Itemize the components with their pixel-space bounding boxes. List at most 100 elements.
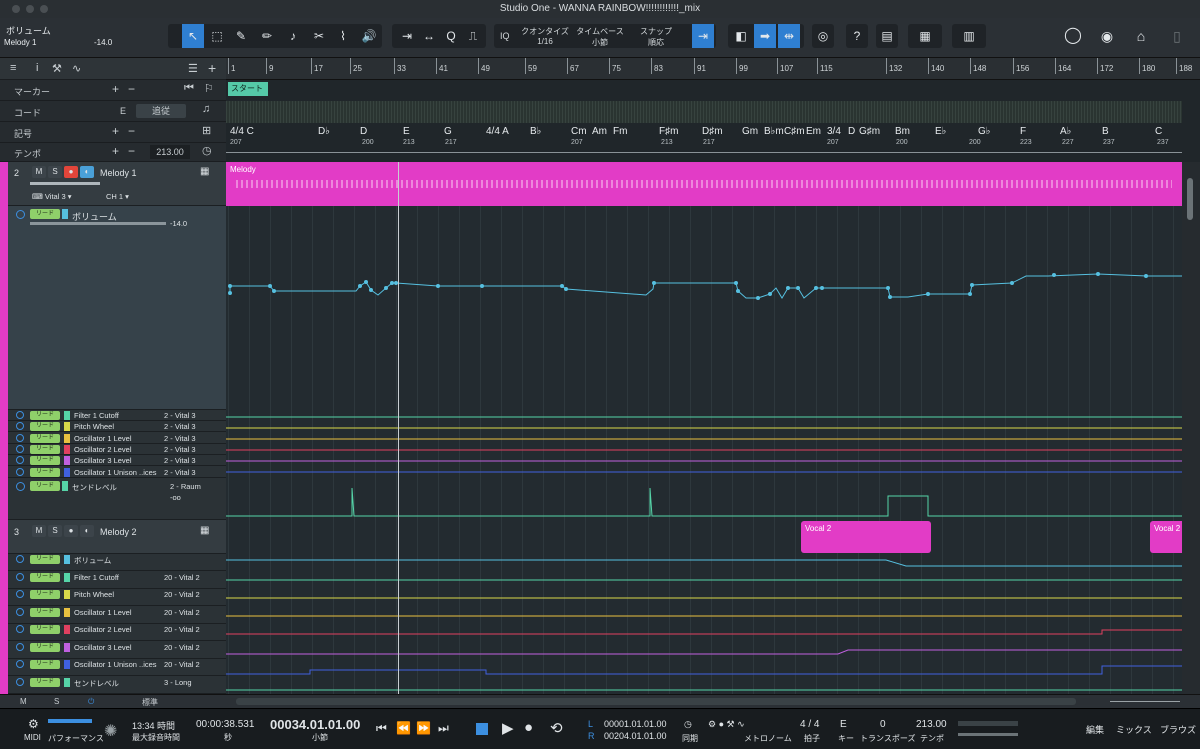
- snap-toggle-icon[interactable]: ⇥: [692, 24, 714, 48]
- marker-flag-icon[interactable]: ⚐: [204, 82, 214, 95]
- track-melody-1[interactable]: 2 M S ● ◐ Melody 1 ▦ ⌨ Vital 3 ▾ CH 1 ▾: [8, 162, 226, 206]
- power-icon[interactable]: [16, 444, 24, 453]
- timeline-ruler[interactable]: 1 9 17 25 33 41 49 59 67 75 83 91 99 107 115 132 140 148 1…: [226, 58, 1200, 80]
- automation-lane-header[interactable]: リード Oscillator 3 Level 20 - Vital 2: [8, 642, 226, 659]
- chord-event[interactable]: G: [444, 126, 452, 137]
- automation-mode-select[interactable]: リード: [30, 411, 60, 420]
- power-icon[interactable]: [16, 456, 24, 465]
- close-dot[interactable]: [12, 5, 20, 13]
- track3-name[interactable]: Melody 2: [100, 527, 137, 537]
- chord-event[interactable]: B♭m: [764, 126, 784, 137]
- track2-instrument-select[interactable]: ⌨ Vital 3 ▾: [32, 192, 72, 201]
- power-icon[interactable]: [16, 625, 24, 633]
- automation-mode-select[interactable]: リード: [30, 209, 60, 219]
- minimize-dot[interactable]: [26, 5, 34, 13]
- chord-event[interactable]: D♯m: [702, 126, 723, 137]
- chord-event[interactable]: G♭: [978, 126, 991, 137]
- wrench-icon[interactable]: ⚒: [52, 62, 62, 75]
- layout-icon[interactable]: ▥: [952, 24, 986, 48]
- key-display[interactable]: E: [840, 719, 847, 730]
- mute-tool-icon[interactable]: ♪: [282, 24, 304, 48]
- bars-unit-select[interactable]: 小節: [312, 732, 328, 743]
- mix-view-button[interactable]: ミックス: [1116, 723, 1152, 736]
- track-list-icon[interactable]: ☰: [188, 62, 198, 75]
- automation-lane-header[interactable]: リード Oscillator 1 Unison ..ices 20 - Vital …: [8, 659, 226, 676]
- automation-mode-select[interactable]: リード: [30, 677, 60, 687]
- automation-value-slider[interactable]: [30, 222, 166, 225]
- track2-channel-select[interactable]: CH 1 ▾: [106, 192, 129, 201]
- automation-mode-select[interactable]: リード: [30, 456, 60, 466]
- tempo-event[interactable]: 200: [362, 139, 374, 146]
- add-track-icon[interactable]: +: [208, 60, 216, 76]
- remove-tempo-icon[interactable]: −: [128, 144, 135, 158]
- tempo-display[interactable]: 213.00: [916, 719, 947, 730]
- tempo-event[interactable]: 200: [969, 139, 981, 146]
- automation-mode-select[interactable]: リード: [30, 444, 60, 454]
- add-marker-icon[interactable]: +: [112, 82, 119, 96]
- cloud-icon[interactable]: ◉: [1096, 24, 1118, 48]
- automation-mode-select[interactable]: リード: [30, 590, 60, 599]
- automation-mode-select[interactable]: リード: [30, 572, 60, 582]
- listen-tool-icon[interactable]: 🔊: [358, 24, 380, 48]
- chord-event[interactable]: Bm: [895, 126, 910, 137]
- stretch-icon[interactable]: ↔: [418, 24, 440, 48]
- automation-mode-select[interactable]: リード: [30, 607, 60, 617]
- view-select[interactable]: 標準: [142, 697, 158, 708]
- automation-lane-header[interactable]: リード Oscillator 1 Level 20 - Vital 2: [8, 607, 226, 624]
- follow-arrow-icon[interactable]: ➡: [754, 24, 776, 48]
- time-unit-select[interactable]: 秒: [224, 732, 232, 743]
- tempo-event[interactable]: 200: [896, 139, 908, 146]
- zoom-slider[interactable]: [1110, 701, 1180, 702]
- zoom-dot[interactable]: [40, 5, 48, 13]
- tempo-value-field[interactable]: 213.00: [150, 145, 190, 159]
- power-icon[interactable]: [16, 660, 24, 668]
- track2-keyboard-icon[interactable]: ▦: [200, 166, 209, 177]
- chord-event[interactable]: D♭: [318, 126, 330, 137]
- inspector-summary[interactable]: ボリューム Melody 1 -14.0: [4, 22, 124, 52]
- snap-select[interactable]: 順応: [630, 37, 682, 48]
- chord-event[interactable]: E: [403, 126, 410, 137]
- power-icon[interactable]: [16, 411, 24, 419]
- iq-label[interactable]: IQ: [500, 31, 510, 41]
- chord-event[interactable]: E♭: [935, 126, 946, 137]
- power-icon[interactable]: [16, 642, 24, 651]
- chord-event[interactable]: Am: [592, 126, 607, 137]
- chord-event[interactable]: F♯m: [659, 126, 678, 137]
- scroll-thumb[interactable]: [1187, 178, 1193, 220]
- power-icon[interactable]: [16, 210, 25, 219]
- browse-button[interactable]: ブラウズ: [1160, 723, 1196, 736]
- track2-monitor-icon[interactable]: ◐: [80, 166, 94, 178]
- tempo-event[interactable]: 227: [1062, 139, 1074, 146]
- bottom-mute-button[interactable]: M: [20, 697, 27, 706]
- add-tempo-icon[interactable]: +: [112, 144, 119, 158]
- chord-event[interactable]: Fm: [613, 126, 627, 137]
- automation-lane-header[interactable]: リード センドレベル 3 - Long: [8, 677, 226, 694]
- tempo-event[interactable]: 223: [1020, 139, 1032, 146]
- track2-volume-slider[interactable]: [30, 182, 100, 185]
- left-locator[interactable]: 00001.01.01.00: [604, 719, 667, 729]
- tempo-event[interactable]: 213: [661, 139, 673, 146]
- track3-record-icon[interactable]: ●: [64, 525, 78, 537]
- track3-monitor-icon[interactable]: ◐: [80, 525, 94, 537]
- audio-bend-icon[interactable]: ⎍: [462, 24, 484, 48]
- automation-lane-header[interactable]: リード Oscillator 2 Level 20 - Vital 2: [8, 624, 226, 641]
- track3-mute-button[interactable]: M: [32, 525, 46, 537]
- automation-lane-header[interactable]: リード Pitch Wheel 20 - Vital 2: [8, 589, 226, 606]
- automation-lane-header[interactable]: リード Oscillator 1 Level 2 - Vital 3: [8, 433, 226, 444]
- power-icon[interactable]: [16, 572, 24, 581]
- chord-event[interactable]: Cm: [571, 126, 587, 137]
- bottom-power-icon[interactable]: ⏻: [88, 697, 94, 707]
- automation-lane-header[interactable]: リード Oscillator 2 Level 2 - Vital 3: [8, 444, 226, 455]
- automation-lane-header[interactable]: リード ボリューム: [8, 554, 226, 571]
- chord-event[interactable]: C: [1155, 126, 1162, 137]
- sync-icon[interactable]: ◷: [684, 719, 692, 730]
- chord-event[interactable]: A♭: [1060, 126, 1071, 137]
- rewind-icon[interactable]: ⏪: [396, 721, 411, 735]
- chord-event[interactable]: B: [1102, 126, 1109, 137]
- power-icon[interactable]: [16, 677, 24, 686]
- automation-mode-select[interactable]: リード: [30, 660, 60, 669]
- transpose-display[interactable]: 0: [880, 719, 886, 730]
- help-icon[interactable]: ?: [846, 24, 868, 48]
- tempo-event[interactable]: 217: [703, 139, 715, 146]
- record-icon[interactable]: ●: [524, 719, 533, 736]
